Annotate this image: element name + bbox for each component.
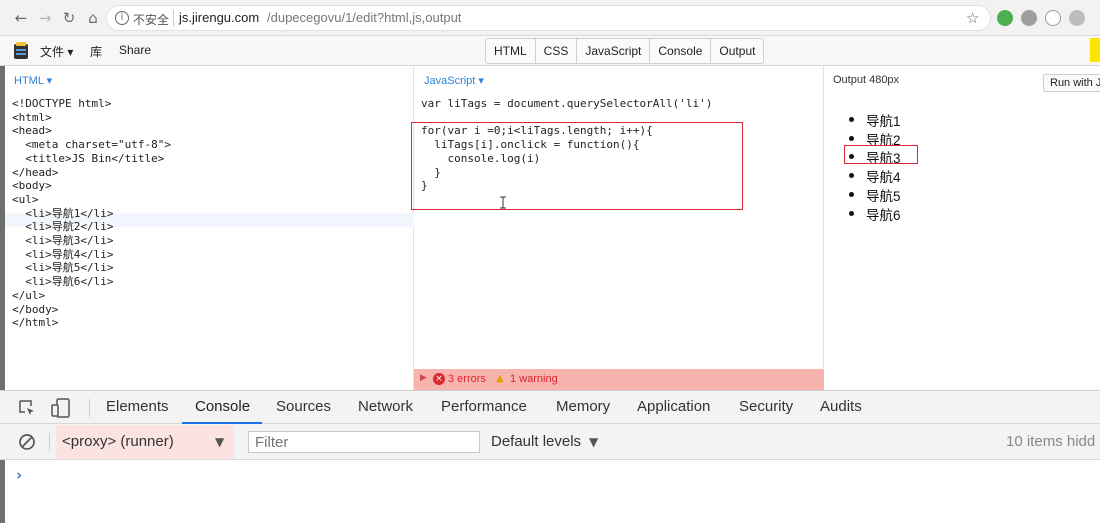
html-code-line: </body>: [12, 302, 59, 316]
menu-share[interactable]: Share: [119, 43, 151, 57]
html-panel-label[interactable]: HTML ▾: [14, 74, 52, 87]
html-code-line: </ul>: [12, 288, 46, 302]
warning-icon: ▲: [496, 373, 504, 384]
output-list-item[interactable]: 导航1: [866, 110, 901, 130]
html-code-line: <li>导航1</li>: [12, 206, 114, 220]
html-code-line: <li>导航3</li>: [12, 234, 114, 248]
html-code-line: <ul>: [12, 192, 39, 206]
devtools-tab-network[interactable]: Network: [358, 398, 413, 415]
html-code-line: </html>: [12, 316, 59, 330]
console-filter-input[interactable]: [248, 431, 480, 453]
devtools-tab-audits[interactable]: Audits: [820, 398, 862, 415]
panel-tabs: HTML CSS JavaScript Console Output: [485, 38, 765, 64]
jsbin-toolbar: 文件 ▾ 库 Share HTML CSS JavaScript Console…: [0, 36, 1100, 66]
tab-javascript[interactable]: JavaScript: [577, 39, 651, 63]
chevron-down-icon[interactable]: ▼: [589, 433, 598, 451]
url-separator: [173, 10, 174, 27]
html-code-line: <head>: [12, 124, 52, 138]
html-code-line: </head>: [12, 165, 59, 179]
list-bullet: [849, 210, 854, 216]
url-path: /dupecegovu/1/edit?html,js,output: [267, 10, 462, 25]
devtools-tab-application[interactable]: Application: [637, 398, 710, 415]
login-button-edge[interactable]: [1090, 38, 1100, 62]
list-bullet: [849, 135, 854, 141]
html-code-line: <title>JS Bin</title>: [12, 151, 165, 165]
tab-html[interactable]: HTML: [486, 39, 536, 63]
info-icon[interactable]: i: [115, 11, 129, 25]
forward-arrow-icon[interactable]: →: [36, 9, 54, 27]
run-with-js-button[interactable]: Run with J: [1043, 74, 1100, 92]
log-levels-dropdown[interactable]: Default levels: [491, 433, 581, 450]
html-code-line: <meta charset="utf-8">: [12, 138, 171, 152]
home-icon[interactable]: ⌂: [84, 9, 102, 27]
list-bullet: [849, 191, 854, 197]
tab-output[interactable]: Output: [711, 39, 763, 63]
output-list-item[interactable]: 导航6: [866, 204, 901, 224]
extension-icon[interactable]: [997, 10, 1013, 26]
device-toolbar-icon[interactable]: [50, 398, 72, 418]
devtools-tab-security[interactable]: Security: [739, 398, 793, 415]
devtools-tab-elements[interactable]: Elements: [106, 398, 169, 415]
bookmark-star-icon[interactable]: ☆: [966, 9, 979, 27]
html-code-line: <!DOCTYPE html>: [12, 97, 112, 110]
html-code-line: <li>导航4</li>: [12, 247, 114, 261]
console-prompt-icon[interactable]: ›: [16, 466, 22, 484]
address-bar[interactable]: i 不安全 js.jirengu.com /dupecegovu/1/edit?…: [106, 5, 991, 31]
extension-icon[interactable]: [1021, 10, 1037, 26]
html-code-line: <li>导航2</li>: [12, 220, 114, 234]
inspect-element-icon[interactable]: [18, 399, 36, 417]
devtools-tab-console[interactable]: Console: [195, 398, 250, 415]
html-code-line: <body>: [12, 179, 52, 193]
output-list-item[interactable]: 导航4: [866, 166, 901, 186]
output-annotation-box: [844, 145, 918, 164]
text-cursor-icon: [500, 196, 506, 209]
devtools-tab-sources[interactable]: Sources: [276, 398, 331, 415]
browser-toolbar: ← → ↻ ⌂ i 不安全 js.jirengu.com /dupecegovu…: [0, 0, 1100, 36]
devtools-tab-performance[interactable]: Performance: [441, 398, 527, 415]
toolbar-divider: [49, 433, 50, 451]
output-list-item[interactable]: 导航5: [866, 185, 901, 205]
list-bullet: [849, 117, 854, 122]
context-selector-value: <proxy> (runner): [62, 433, 174, 450]
html-code-line: <html>: [12, 110, 52, 124]
reload-icon[interactable]: ↻: [60, 9, 78, 27]
back-arrow-icon[interactable]: ←: [12, 9, 30, 27]
js-code-line: var liTags = document.querySelectorAll('…: [421, 97, 713, 110]
toolbar-divider: [89, 399, 90, 417]
js-panel-label[interactable]: JavaScript ▾: [424, 74, 484, 87]
tab-console[interactable]: Console: [650, 39, 712, 63]
chevron-down-icon[interactable]: ▼: [215, 433, 224, 451]
output-panel-label: Output 480px: [833, 74, 900, 86]
html-code-line: <li>导航6</li>: [12, 275, 114, 289]
jsbin-logo-icon[interactable]: [13, 42, 29, 60]
clear-console-icon[interactable]: [18, 433, 36, 451]
error-bar[interactable]: ▶ × 3 errors ▲ 1 warning: [414, 369, 824, 390]
menu-library[interactable]: 库: [90, 43, 102, 60]
code-annotation-box: [411, 122, 743, 210]
expand-triangle-icon[interactable]: ▶: [420, 373, 427, 383]
html-code-line: <li>导航5</li>: [12, 261, 114, 275]
devtools-tab-memory[interactable]: Memory: [556, 398, 610, 415]
menu-file[interactable]: 文件 ▾: [40, 43, 73, 60]
url-domain: js.jirengu.com: [179, 10, 260, 25]
extension-icon[interactable]: [1069, 10, 1085, 26]
html-code-editor[interactable]: <!DOCTYPE html> <html> <head> <meta charse…: [12, 97, 171, 330]
tab-css[interactable]: CSS: [536, 39, 578, 63]
hidden-items-count: 10 items hidd: [1006, 433, 1096, 450]
warning-count: 1 warning: [510, 373, 558, 385]
error-icon: ×: [433, 373, 445, 385]
insecure-label: 不安全: [133, 13, 170, 27]
extension-icon[interactable]: [1045, 10, 1061, 26]
error-count: 3 errors: [448, 373, 486, 385]
